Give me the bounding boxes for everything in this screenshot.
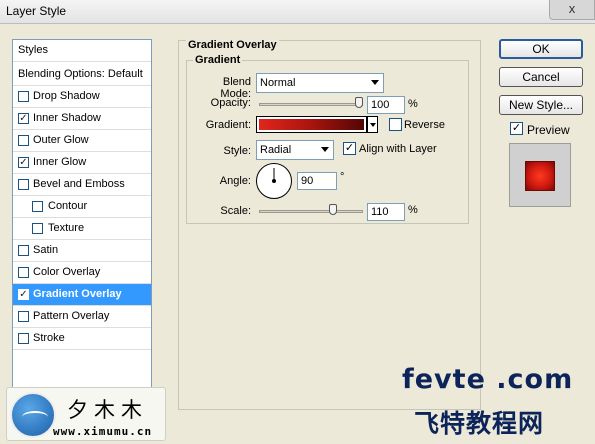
gradient-picker[interactable] [256, 116, 367, 133]
check-icon: ✓ [344, 142, 355, 154]
style-item-drop-shadow[interactable]: Drop Shadow [13, 86, 151, 108]
style-item-checkbox[interactable]: ✓ [18, 157, 29, 168]
close-icon: x [568, 1, 576, 16]
angle-input[interactable]: 90 [297, 172, 337, 190]
style-item-pattern-overlay[interactable]: Pattern Overlay [13, 306, 151, 328]
watermark-ximumu: 夕木木 www.ximumu.cn [6, 387, 166, 441]
style-item-label: Contour [48, 200, 88, 212]
style-item-outer-glow[interactable]: Outer Glow [13, 130, 151, 152]
preview-label: Preview [527, 123, 570, 137]
angle-dial[interactable] [256, 163, 292, 199]
preview-thumbnail [509, 143, 571, 207]
reverse-checkbox[interactable] [389, 118, 402, 131]
align-with-layer-checkbox[interactable]: ✓ [343, 142, 356, 155]
style-item-texture[interactable]: Texture [13, 218, 151, 240]
style-item-gradient-overlay[interactable]: ✓ Gradient Overlay [13, 284, 151, 306]
style-item-checkbox[interactable] [18, 179, 29, 190]
style-item-checkbox[interactable] [18, 333, 29, 344]
check-icon: ✓ [511, 122, 522, 134]
preview-checkbox[interactable]: ✓ [510, 122, 523, 135]
gradient-subgroup-title: Gradient [193, 54, 243, 66]
style-item-checkbox[interactable] [32, 223, 43, 234]
scale-unit: % [408, 204, 418, 216]
watermark-fevte-cn: 飞特教程网 [414, 409, 545, 438]
style-item-checkbox[interactable] [32, 201, 43, 212]
style-item-contour[interactable]: Contour [13, 196, 151, 218]
style-item-satin[interactable]: Satin [13, 240, 151, 262]
style-item-label: Stroke [33, 332, 65, 344]
angle-unit: ° [340, 171, 345, 183]
scale-label: Scale: [220, 205, 251, 217]
style-item-checkbox[interactable]: ✓ [18, 113, 29, 124]
align-with-layer-label: Align with Layer [359, 143, 437, 155]
opacity-input[interactable]: 100 [367, 96, 405, 114]
style-item-label: Color Overlay [33, 266, 101, 278]
style-item-inner-shadow[interactable]: ✓ Inner Shadow [13, 108, 151, 130]
style-item-inner-glow[interactable]: ✓ Inner Glow [13, 152, 151, 174]
opacity-value: 100 [371, 99, 390, 111]
style-item-color-overlay[interactable]: Color Overlay [13, 262, 151, 284]
gradient-preview [259, 119, 364, 130]
style-label: Style: [223, 145, 251, 157]
ximumu-logo-icon [10, 392, 56, 438]
gradient-overlay-title: Gradient Overlay [186, 39, 279, 51]
angle-label: Angle: [219, 175, 251, 187]
style-item-bevel-and-emboss[interactable]: Bevel and Emboss [13, 174, 151, 196]
styles-list: Styles Blending Options: Default Drop Sh… [12, 39, 152, 409]
styles-header[interactable]: Styles [13, 40, 151, 62]
blend-mode-value: Normal [260, 77, 296, 89]
style-item-label: Texture [48, 222, 85, 234]
style-item-label: Inner Shadow [33, 112, 101, 124]
reverse-label: Reverse [404, 119, 445, 131]
blending-options-item[interactable]: Blending Options: Default [13, 64, 151, 86]
style-item-checkbox[interactable] [18, 311, 29, 322]
title-bar: Layer Style x [0, 0, 595, 24]
cancel-button[interactable]: Cancel [499, 67, 583, 87]
style-item-checkbox[interactable]: ✓ [18, 289, 29, 300]
style-select[interactable]: Radial [256, 140, 334, 160]
style-item-checkbox[interactable] [18, 267, 29, 278]
style-item-label: Bevel and Emboss [33, 178, 125, 190]
watermark-ximumu-url: www.ximumu.cn [53, 425, 153, 438]
chevron-down-icon [371, 80, 379, 85]
style-item-checkbox[interactable] [18, 91, 29, 102]
style-item-checkbox[interactable] [18, 135, 29, 146]
style-item-label: Inner Glow [33, 156, 87, 168]
close-button[interactable]: x [549, 0, 595, 20]
preview-swatch [525, 161, 555, 191]
style-item-checkbox[interactable] [18, 245, 29, 256]
scale-slider-thumb[interactable] [329, 204, 338, 215]
style-item-stroke[interactable]: Stroke [13, 328, 151, 350]
styles-header-label: Styles [18, 44, 48, 56]
style-item-label: Satin [33, 244, 59, 256]
style-item-label: Outer Glow [33, 134, 89, 146]
gradient-label: Gradient: [205, 119, 251, 131]
watermark-ximumu-text: 夕木木 [67, 398, 148, 422]
gradient-dropdown-button[interactable] [367, 116, 378, 133]
blend-mode-select[interactable]: Normal [256, 73, 384, 93]
style-item-label: Gradient Overlay [33, 288, 122, 300]
chevron-down-icon [370, 123, 376, 127]
scale-slider[interactable] [259, 210, 363, 213]
style-item-label: Drop Shadow [33, 90, 100, 102]
opacity-slider-thumb[interactable] [355, 97, 363, 108]
style-item-label: Pattern Overlay [33, 310, 110, 322]
opacity-label: Opacity: [210, 97, 251, 109]
angle-value: 90 [301, 175, 314, 187]
ok-button[interactable]: OK [499, 39, 583, 59]
opacity-slider[interactable] [259, 103, 363, 106]
scale-value: 110 [371, 206, 389, 218]
angle-indicator-icon [272, 168, 276, 183]
style-value: Radial [260, 144, 292, 156]
chevron-down-icon [321, 147, 329, 152]
blending-options-label: Blending Options: Default [18, 68, 143, 80]
scale-input[interactable]: 110 [367, 203, 405, 221]
window-title: Layer Style [6, 4, 67, 18]
watermark-fevte-brand: fevte .com [402, 364, 574, 395]
opacity-unit: % [408, 98, 418, 110]
new-style-button[interactable]: New Style... [499, 95, 583, 115]
